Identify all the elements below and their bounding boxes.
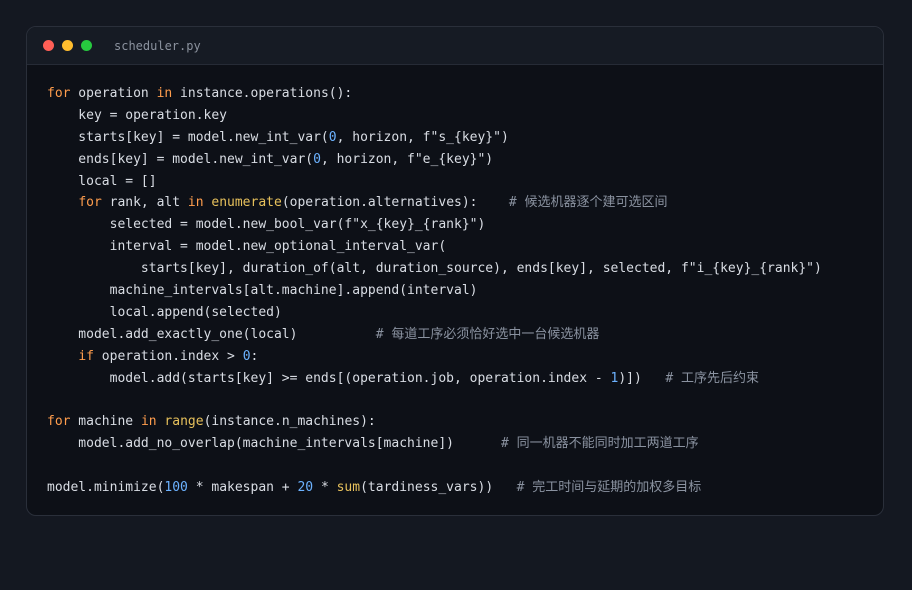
code-token: for <box>47 414 71 430</box>
code-token: , horizon, f"e_{key}") <box>320 151 494 167</box>
code-line: key = operation.key <box>47 105 822 127</box>
code-token: (operation.alternatives): <box>281 195 509 211</box>
code-comment: # 完工时间与延期的加权多目标 <box>516 480 702 496</box>
code-token: model.add_no_overlap(machine_intervals[m… <box>47 436 501 452</box>
code-token: ends[key] = model.new_int_var( <box>47 151 314 167</box>
code-token: * <box>313 480 337 496</box>
code-token: for <box>78 195 102 211</box>
code-token: machine <box>70 414 141 430</box>
code-token: 100 <box>164 480 188 496</box>
code-line: if operation.index > 0: <box>47 346 822 368</box>
code-token: * makespan + <box>187 480 298 496</box>
code-token: selected = model.new_bool_var(f"x_{key}_… <box>47 217 486 233</box>
code-line: starts[key], duration_of(alt, duration_s… <box>47 258 822 280</box>
code-token: 0 <box>328 129 337 145</box>
code-token: in <box>140 414 157 430</box>
code-line: for operation in instance.operations(): <box>47 83 822 105</box>
minimize-window-button[interactable] <box>62 40 73 51</box>
code-token: if <box>78 348 94 364</box>
code-token: 20 <box>297 480 314 496</box>
code-line: local.append(selected) <box>47 302 822 324</box>
code-token: 0 <box>313 151 321 167</box>
code-token: : <box>250 348 259 364</box>
code-token: range <box>164 414 204 430</box>
code-comment: # 同一机器不能同时加工两道工序 <box>500 436 699 452</box>
code-line: model.minimize(100 * makespan + 20 * sum… <box>47 477 822 499</box>
code-token: enumerate <box>211 195 282 211</box>
code-token: in <box>187 195 204 211</box>
code-window: scheduler.py for operation in instance.o… <box>26 26 884 516</box>
code-token: (tardiness_vars)) <box>360 480 517 496</box>
code-token: key = operation.key <box>47 107 228 123</box>
code-token: starts[key] = model.new_int_var( <box>47 129 329 145</box>
code-token: model.minimize( <box>47 480 165 496</box>
code-token: sum <box>336 480 361 496</box>
code-token: local.append(selected) <box>47 304 282 320</box>
code-line: interval = model.new_optional_interval_v… <box>47 236 822 258</box>
code-line: starts[key] = model.new_int_var(0, horiz… <box>47 127 822 149</box>
code-comment: # 候选机器逐个建可选区间 <box>508 195 668 211</box>
close-window-button[interactable] <box>43 40 54 51</box>
code-line: selected = model.new_bool_var(f"x_{key}_… <box>47 214 822 236</box>
code-token: model.add(starts[key] >= ends[(operation… <box>47 370 611 386</box>
code-token: machine_intervals[alt.machine].append(in… <box>47 283 478 299</box>
code-token: operation.index > <box>93 348 243 364</box>
code-token: in <box>156 86 173 101</box>
code-token: rank, alt <box>101 195 188 211</box>
code-line: for machine in range(instance.n_machines… <box>47 411 822 433</box>
code-token: operation <box>70 86 157 101</box>
code-token: interval = model.new_optional_interval_v… <box>47 239 447 255</box>
maximize-window-button[interactable] <box>81 40 92 51</box>
code-comment: # 工序先后约束 <box>665 370 759 386</box>
code-block: for operation in instance.operations(): … <box>47 83 822 499</box>
code-line: model.add(starts[key] >= ends[(operation… <box>47 368 822 390</box>
file-name-label: scheduler.py <box>114 38 201 53</box>
code-token: for <box>47 86 71 101</box>
code-token: 0 <box>242 348 251 364</box>
code-token: , horizon, f"s_{key}") <box>336 129 509 145</box>
code-line: model.add_no_overlap(machine_intervals[m… <box>47 433 822 455</box>
code-line: model.add_exactly_one(local) # 每道工序必须恰好选… <box>47 324 822 346</box>
code-comment: # 每道工序必须恰好选中一台候选机器 <box>375 326 600 342</box>
code-token: instance.operations(): <box>172 86 353 101</box>
code-token: starts[key], duration_of(alt, duration_s… <box>47 261 822 277</box>
code-line: for rank, alt in enumerate(operation.alt… <box>47 192 822 214</box>
code-token: )]) <box>618 370 666 386</box>
window-titlebar: scheduler.py <box>27 27 883 65</box>
code-token: (instance.n_machines): <box>203 414 376 430</box>
code-line: ends[key] = model.new_int_var(0, horizon… <box>47 149 822 171</box>
code-line: local = [] <box>47 171 822 193</box>
code-token: local = [] <box>47 173 157 189</box>
code-token: model.add_exactly_one(local) <box>47 326 376 342</box>
code-line: machine_intervals[alt.machine].append(in… <box>47 280 822 302</box>
